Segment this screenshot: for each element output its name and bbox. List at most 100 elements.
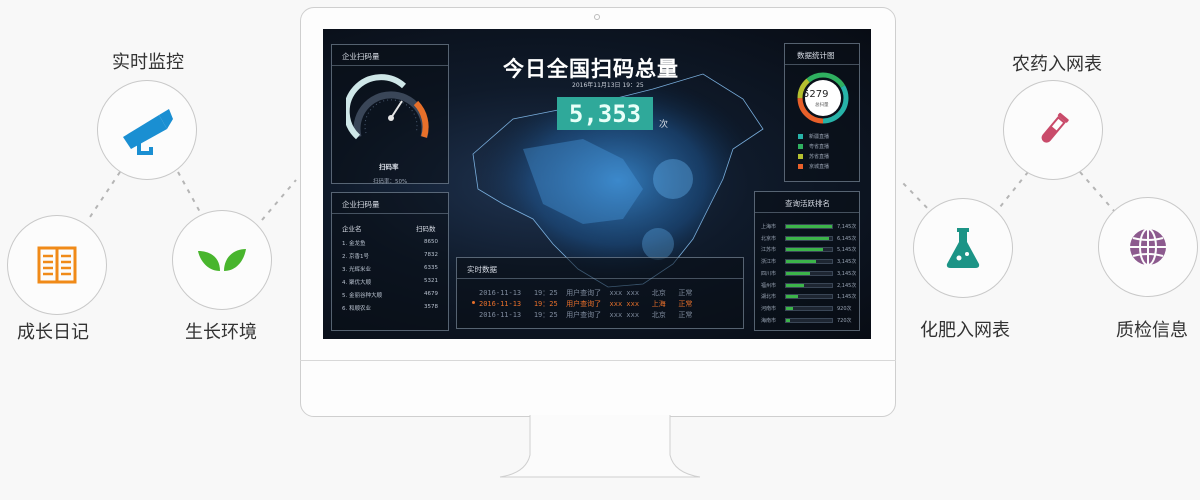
feature-quality[interactable]: [1098, 197, 1198, 297]
surveillance-camera-icon: [123, 109, 173, 155]
ranking-value: 3,145次: [837, 259, 857, 266]
ranking-bar-track: [785, 317, 833, 323]
monitor-stand: [499, 415, 701, 478]
ranking-city: 四川市: [761, 270, 777, 277]
ranking-value: 2,145次: [837, 282, 857, 289]
sprout-icon: [198, 249, 246, 271]
company-row-name: 1. 金龙鱼: [342, 241, 366, 247]
company-row-count: 6335: [424, 265, 438, 271]
flask-icon: [946, 228, 980, 268]
ranking-city: 湖北市: [761, 294, 777, 301]
realtime-city: 北京: [651, 289, 666, 297]
feature-fertilizer[interactable]: [913, 198, 1013, 298]
globe-icon: [1130, 228, 1166, 266]
realtime-city: 上海: [651, 300, 666, 308]
company-row-name: 2. 京香1号: [342, 254, 369, 260]
feature-monitor[interactable]: [97, 80, 197, 180]
feature-pesticide[interactable]: [1003, 80, 1103, 180]
ranking-bar-fill: [786, 283, 804, 287]
legend-swatch: [798, 134, 803, 139]
feature-label-environment: 生长环境: [185, 322, 257, 343]
realtime-product: xxx xxx: [609, 289, 640, 297]
realtime-product: xxx xxx: [609, 311, 640, 319]
stats-panel: 数据统计图 5279 总扫量 新疆直播 粤省直播 苏省直播 京城直播: [784, 43, 860, 182]
feature-environment[interactable]: [172, 210, 272, 310]
gauge-label: 扫码率: [379, 163, 399, 171]
realtime-date: 2016-11-13: [479, 300, 522, 308]
realtime-row: 2016-11-13 19：25 用户查询了 xxx xxx 上海 正常: [472, 299, 693, 309]
company-panel-title: 企业扫码量: [342, 200, 380, 209]
ranking-bar-track: [785, 305, 833, 311]
ranking-value: 1,145次: [837, 294, 857, 301]
ranking-value: 720次: [837, 317, 852, 324]
dashboard-screen: 今日全国扫码总量 2016年11月13日 19：25 5,353 次 企业扫码量…: [323, 29, 871, 339]
ranking-bar-fill: [786, 236, 829, 240]
company-row-name: 5. 金丽谷种大顺: [342, 293, 382, 299]
ranking-bar-fill: [786, 271, 810, 275]
scan-gauge: [346, 74, 429, 140]
feature-label-fertilizer: 化肥入网表: [920, 320, 1010, 341]
realtime-time: 19：25: [533, 289, 558, 297]
company-col-count: 扫码数: [416, 225, 436, 233]
ranking-bar-track: [785, 259, 833, 265]
realtime-panel-title: 实时数据: [467, 265, 497, 274]
dashboard-datetime: 2016年11月13日 19：25: [572, 82, 644, 89]
ranking-bar-fill: [786, 318, 790, 322]
company-row-count: 5321: [424, 278, 438, 284]
test-tube-icon: [1041, 112, 1069, 143]
ranking-value: 7,145次: [837, 224, 857, 230]
ranking-bar-fill: [786, 260, 816, 264]
ranking-value: 920次: [837, 305, 852, 312]
company-panel: 企业扫码量 企业名 扫码数 1. 金龙鱼 8650 2. 京香1号 7832 3. …: [331, 192, 449, 331]
ranking-city: 北京市: [761, 235, 777, 242]
realtime-row: 2016-11-13 19：25 用户查询了 xxx xxx 北京 正常: [479, 310, 692, 320]
company-row-name: 3. 光辉米业: [342, 267, 371, 273]
legend-label: 京城直播: [809, 164, 830, 170]
company-row-name: 6. 和顺农业: [342, 306, 371, 312]
ranking-city: 上海市: [761, 224, 777, 230]
ranking-value: 3,145次: [837, 270, 857, 277]
legend-label: 苏省直播: [809, 154, 830, 160]
company-row-count: 4679: [424, 291, 438, 297]
ranking-bar-track: [785, 282, 833, 288]
stats-center-label: 总扫量: [815, 103, 829, 108]
ranking-city: 福州市: [761, 282, 777, 289]
ranking-city: 河南市: [761, 305, 777, 312]
stats-center-value: 5279: [803, 89, 829, 100]
legend-swatch: [798, 144, 803, 149]
feature-label-diary: 成长日记: [17, 322, 89, 343]
feature-diary[interactable]: [7, 215, 107, 315]
realtime-date: 2016-11-13: [479, 311, 522, 319]
ranking-bar-track: [785, 235, 833, 241]
company-col-name: 企业名: [342, 225, 362, 233]
realtime-status: 正常: [678, 311, 693, 319]
legend-swatch: [798, 164, 803, 169]
realtime-text: 用户查询了: [566, 300, 602, 308]
legend-label: 粤省直播: [809, 144, 830, 150]
total-value: 5,353: [568, 99, 642, 128]
ranking-bar-track: [785, 247, 833, 253]
realtime-status: 正常: [678, 300, 693, 308]
ranking-city: 海南市: [761, 317, 777, 324]
ranking-bar-fill: [786, 306, 793, 310]
highlight-dot-icon: [472, 301, 475, 304]
ranking-value: 6,145次: [837, 235, 857, 242]
ranking-panel: 查询活跃排名 上海市 7,145次 北京市 6,145次 江苏市 5,145次 浙江市…: [754, 191, 860, 331]
ranking-bar-fill: [786, 295, 798, 299]
ranking-bar-fill: [786, 225, 832, 228]
feature-label-quality: 质检信息: [1116, 320, 1188, 341]
ranking-bar-track: [785, 224, 833, 229]
gauge-panel: 企业扫码量 扫码率 扫码率：50%: [331, 44, 449, 185]
company-row-count: 7832: [424, 252, 438, 258]
realtime-text: 用户查询了: [566, 311, 602, 319]
ranking-bar-track: [785, 270, 833, 276]
legend-label: 新疆直播: [809, 134, 830, 140]
stats-panel-title: 数据统计图: [797, 51, 835, 60]
realtime-text: 用户查询了: [566, 289, 602, 297]
gauge-rate: 扫码率：50%: [373, 179, 408, 185]
gauge-panel-title: 企业扫码量: [342, 52, 380, 61]
legend-swatch: [798, 154, 803, 159]
realtime-panel: 实时数据 2016-11-13 19：25 用户查询了 xxx xxx 北京 正…: [456, 257, 744, 329]
ranking-panel-title: 查询活跃排名: [785, 199, 830, 208]
realtime-city: 北京: [651, 311, 666, 319]
